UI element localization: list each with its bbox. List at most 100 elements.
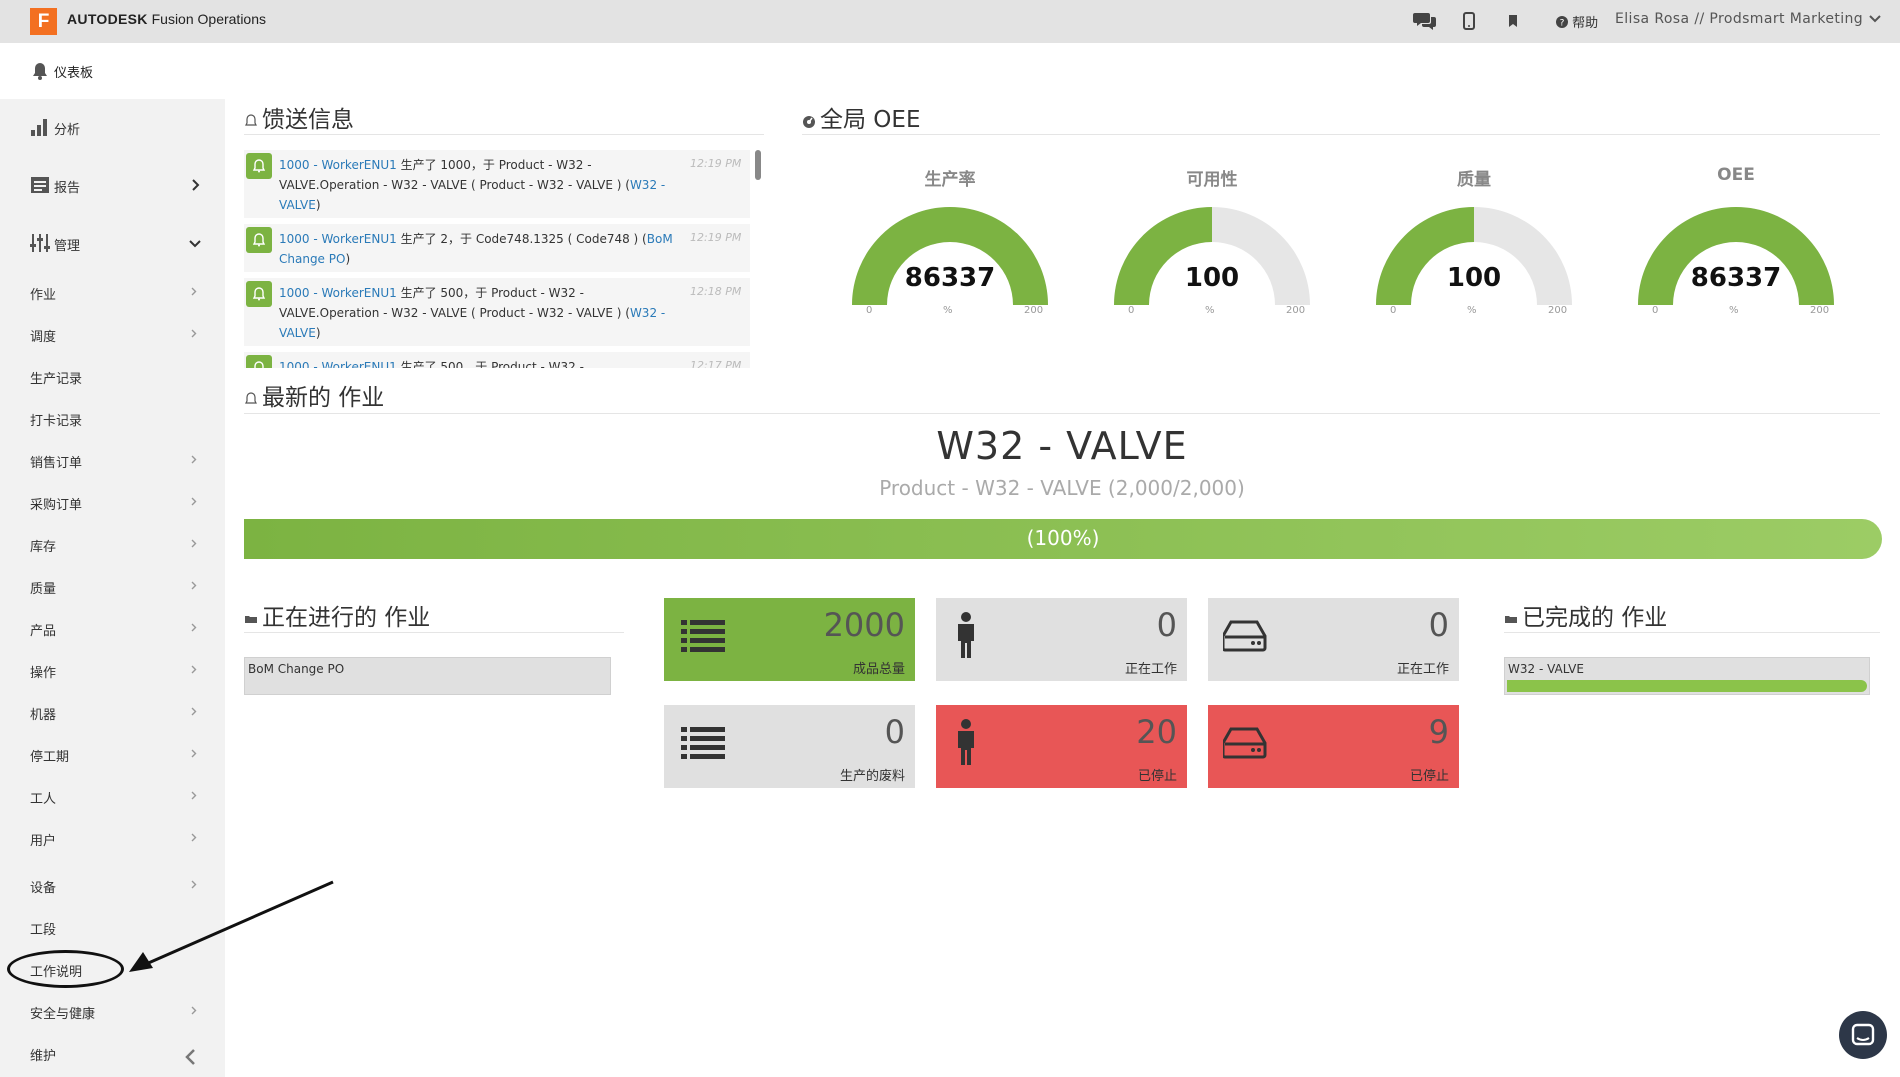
chevron-right-icon <box>191 791 197 800</box>
feed-item-tail: ) <box>345 252 351 266</box>
sidebar-item-label: 产品 <box>30 624 57 639</box>
feed-item-text: 1000 - WorkerENU1 生产了 500，于 Product - W3… <box>279 357 679 368</box>
report-icon <box>31 177 49 193</box>
bar-chart-icon <box>31 119 47 136</box>
feed-scrollbar[interactable] <box>755 150 761 180</box>
sidebar-item-8[interactable]: 产品 <box>0 611 225 645</box>
gauge-value: 100 <box>1446 263 1502 293</box>
sidebar-item-label: 操作 <box>30 666 57 681</box>
sidebar-item-5[interactable]: 采购订单 <box>0 485 225 519</box>
feed-item-tail: ) <box>315 326 321 340</box>
stat-label: 正在工作 <box>1124 662 1177 677</box>
gauge-max: 200 <box>1024 305 1044 316</box>
chat-icon[interactable] <box>1412 8 1438 34</box>
gauge-max: 200 <box>1548 305 1568 316</box>
sidebar-item-6[interactable]: 库存 <box>0 527 225 561</box>
gauge-unit: % <box>1729 305 1739 316</box>
brand-name: AUTODESK Fusion Operations <box>67 11 266 27</box>
completed-job-card[interactable]: W32 - VALVE <box>1504 657 1870 695</box>
latest-job-progress-bar: (100%) <box>244 519 1882 559</box>
stat-value: 0 <box>1156 606 1177 644</box>
chevron-down-icon <box>189 240 201 248</box>
person-icon <box>958 719 974 765</box>
sidebar-item-3[interactable]: 打卡记录 <box>0 401 225 435</box>
chevron-right-icon <box>191 707 197 716</box>
stat-tile[interactable]: 20 已停止 <box>936 705 1187 788</box>
chevron-right-icon <box>192 179 200 191</box>
gauge-min: 0 <box>1390 305 1397 316</box>
oee-gauge: 质量 100 0% 200 <box>1374 165 1574 316</box>
collapse-sidebar-icon[interactable] <box>180 1046 202 1068</box>
feed-item-time: 12:19 PM <box>690 231 742 244</box>
feed-bell-badge <box>246 153 272 179</box>
fusion-logo[interactable]: F <box>30 8 57 35</box>
stat-tile[interactable]: 0 正在工作 <box>936 598 1187 681</box>
in-progress-title: 正在进行的 作业 <box>244 598 430 632</box>
annotation-arrow <box>129 880 334 972</box>
feed-list[interactable]: 1000 - WorkerENU1 生产了 1000，于 Product - W… <box>244 148 764 368</box>
chevron-right-icon <box>191 1006 197 1015</box>
sidebar-item-13[interactable]: 用户 <box>0 821 225 855</box>
worker-link[interactable]: 1000 - WorkerENU1 <box>279 360 397 368</box>
feed-title: 馈送信息 <box>244 100 354 134</box>
stat-tile[interactable]: 0 正在工作 <box>1208 598 1459 681</box>
in-progress-job-card[interactable]: BoM Change PO <box>244 657 611 695</box>
sidebar-item-4[interactable]: 销售订单 <box>0 443 225 477</box>
latest-job-name[interactable]: W32 - VALVE <box>244 424 1880 468</box>
sidebar-item-analysis[interactable]: 分析 <box>0 109 225 145</box>
mobile-icon[interactable] <box>1456 8 1482 34</box>
completed-title-label: 已完成的 作业 <box>1522 605 1668 631</box>
worker-link[interactable]: 1000 - WorkerENU1 <box>279 158 397 172</box>
stat-value: 20 <box>1136 713 1177 751</box>
sidebar-item-label: 报告 <box>54 181 81 196</box>
gauge-value: 86337 <box>1690 263 1782 293</box>
sidebar-item-17[interactable]: 安全与健康 <box>0 994 225 1028</box>
sidebar-item-dashboard[interactable]: 仪表板 <box>0 43 225 99</box>
in-progress-title-label: 正在进行的 作业 <box>262 605 431 631</box>
chevron-right-icon <box>191 455 197 464</box>
sidebar-item-11[interactable]: 停工期 <box>0 737 225 771</box>
feed-item-body: 生产了 500，于 Product - W32 - <box>396 360 584 368</box>
sidebar-item-1[interactable]: 调度 <box>0 317 225 351</box>
help-label: 帮助 <box>1572 16 1599 31</box>
divider <box>244 632 624 633</box>
support-chat-button[interactable] <box>1839 1011 1887 1059</box>
stat-label: 生产的废料 <box>839 769 905 784</box>
worker-link[interactable]: 1000 - WorkerENU1 <box>279 286 397 300</box>
sidebar-item-label: 质量 <box>30 582 57 597</box>
stat-tile[interactable]: 2000 成品总量 <box>664 598 915 681</box>
sidebar-item-2[interactable]: 生产记录 <box>0 359 225 393</box>
bookmark-icon[interactable] <box>1500 8 1526 34</box>
stat-tile[interactable]: 9 已停止 <box>1208 705 1459 788</box>
sidebar-item-label: 停工期 <box>30 750 70 765</box>
sidebar-item-12[interactable]: 工人 <box>0 779 225 813</box>
bell-icon <box>33 63 47 80</box>
chevron-right-icon <box>191 287 197 296</box>
sidebar-item-reports[interactable]: 报告 <box>0 167 225 203</box>
chevron-right-icon <box>191 497 197 506</box>
stat-value: 0 <box>1428 606 1449 644</box>
feed-item: 1000 - WorkerENU1 生产了 1000，于 Product - W… <box>244 150 750 218</box>
help-link[interactable]: ? 帮助 <box>1556 12 1598 31</box>
sidebar-item-label: 设备 <box>30 881 57 896</box>
worker-link[interactable]: 1000 - WorkerENU1 <box>279 232 397 246</box>
feed-bell-badge <box>246 227 272 253</box>
feed-item-tail: ) <box>315 198 321 212</box>
stat-tile[interactable]: 0 生产的废料 <box>664 705 915 788</box>
sidebar-item-10[interactable]: 机器 <box>0 695 225 729</box>
sidebar-item-9[interactable]: 操作 <box>0 653 225 687</box>
sidebar-item-0[interactable]: 作业 <box>0 275 225 309</box>
chevron-down-icon[interactable] <box>1868 12 1882 26</box>
sidebar-item-manage[interactable]: 管理 <box>0 225 225 261</box>
user-menu[interactable]: Elisa Rosa // Prodsmart Marketing <box>1615 11 1863 27</box>
dashboard-icon <box>803 115 815 128</box>
oee-gauge: 生产率 86337 0% 200 <box>850 165 1050 316</box>
gauge-value: 86337 <box>904 263 996 293</box>
feed-item: 1000 - WorkerENU1 生产了 500，于 Product - W3… <box>244 352 750 368</box>
sidebar-item-label: 安全与健康 <box>30 1007 96 1022</box>
oee-gauge: 可用性 100 0% 200 <box>1112 165 1312 316</box>
bell-icon <box>252 287 266 301</box>
sidebar-item-7[interactable]: 质量 <box>0 569 225 603</box>
feed-item-time: 12:19 PM <box>690 157 742 170</box>
folder-icon <box>1505 615 1517 623</box>
